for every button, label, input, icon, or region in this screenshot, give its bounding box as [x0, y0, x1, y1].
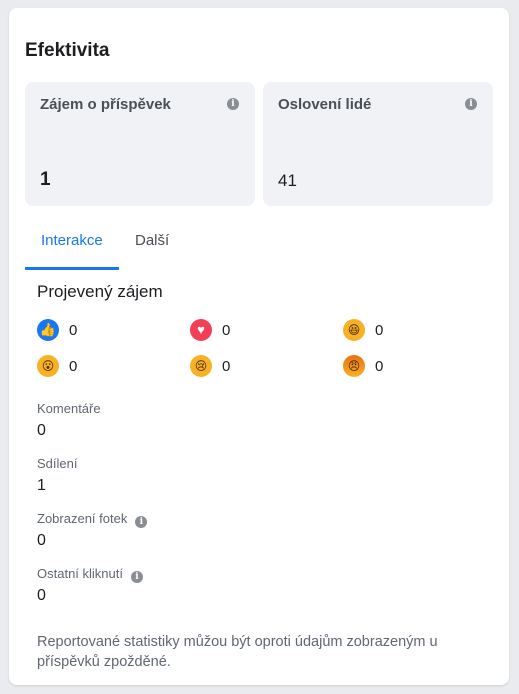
shares-label: Sdílení [37, 456, 78, 471]
reaction-count: 0 [222, 357, 231, 375]
tab-more[interactable]: Další [135, 232, 169, 249]
stat-value: 41 [278, 171, 297, 190]
section-title: Projevený zájem [37, 282, 163, 301]
reach-tile: Oslovení lidé i 41 [263, 82, 493, 206]
sad-icon: 😢 [190, 355, 212, 377]
footnote: Reportované statistiky můžou být oproti … [37, 634, 438, 670]
like-icon: 👍 [37, 319, 59, 341]
comments-value: 0 [37, 422, 46, 439]
active-tab-indicator [25, 267, 119, 270]
info-icon[interactable]: i [465, 98, 477, 110]
effectiveness-card: Efektivita Zájem o příspěvek i 1 Osloven… [9, 8, 509, 685]
stat-label: Zájem o příspěvek [40, 96, 171, 113]
reaction-love: ♥ 0 [190, 318, 230, 342]
reaction-angry: 😠 0 [343, 354, 383, 378]
reaction-sad: 😢 0 [190, 354, 230, 378]
wow-icon: 😮 [37, 355, 59, 377]
stat-label: Oslovení lidé [278, 96, 372, 113]
reaction-like: 👍 0 [37, 318, 77, 342]
love-icon: ♥ [190, 319, 212, 341]
shares-value: 1 [37, 477, 46, 494]
reaction-count: 0 [69, 357, 78, 375]
reaction-count: 0 [222, 321, 231, 339]
reaction-haha: 😆 0 [343, 318, 383, 342]
tab-interactions[interactable]: Interakce [41, 232, 103, 249]
reaction-count: 0 [69, 321, 78, 339]
haha-icon: 😆 [343, 319, 365, 341]
comments-label: Komentáře [37, 401, 101, 416]
post-engagement-tile: Zájem o příspěvek i 1 [25, 82, 255, 206]
card-title: Efektivita [25, 40, 110, 61]
photo-views-label: Zobrazení fotek i [37, 511, 148, 528]
other-clicks-value: 0 [37, 587, 46, 604]
reaction-count: 0 [375, 357, 384, 375]
metric-label-text: Ostatní kliknutí [37, 566, 123, 581]
stat-value: 1 [40, 169, 51, 190]
metric-label-text: Zobrazení fotek [37, 511, 128, 526]
reaction-count: 0 [375, 321, 384, 339]
other-clicks-label: Ostatní kliknutí i [37, 566, 143, 583]
reaction-wow: 😮 0 [37, 354, 77, 378]
info-icon[interactable]: i [130, 571, 143, 583]
angry-icon: 😠 [343, 355, 365, 377]
photo-views-value: 0 [37, 532, 46, 549]
info-icon[interactable]: i [135, 516, 148, 528]
tab-bar: Interakce Další [25, 230, 495, 270]
info-icon[interactable]: i [227, 98, 239, 110]
